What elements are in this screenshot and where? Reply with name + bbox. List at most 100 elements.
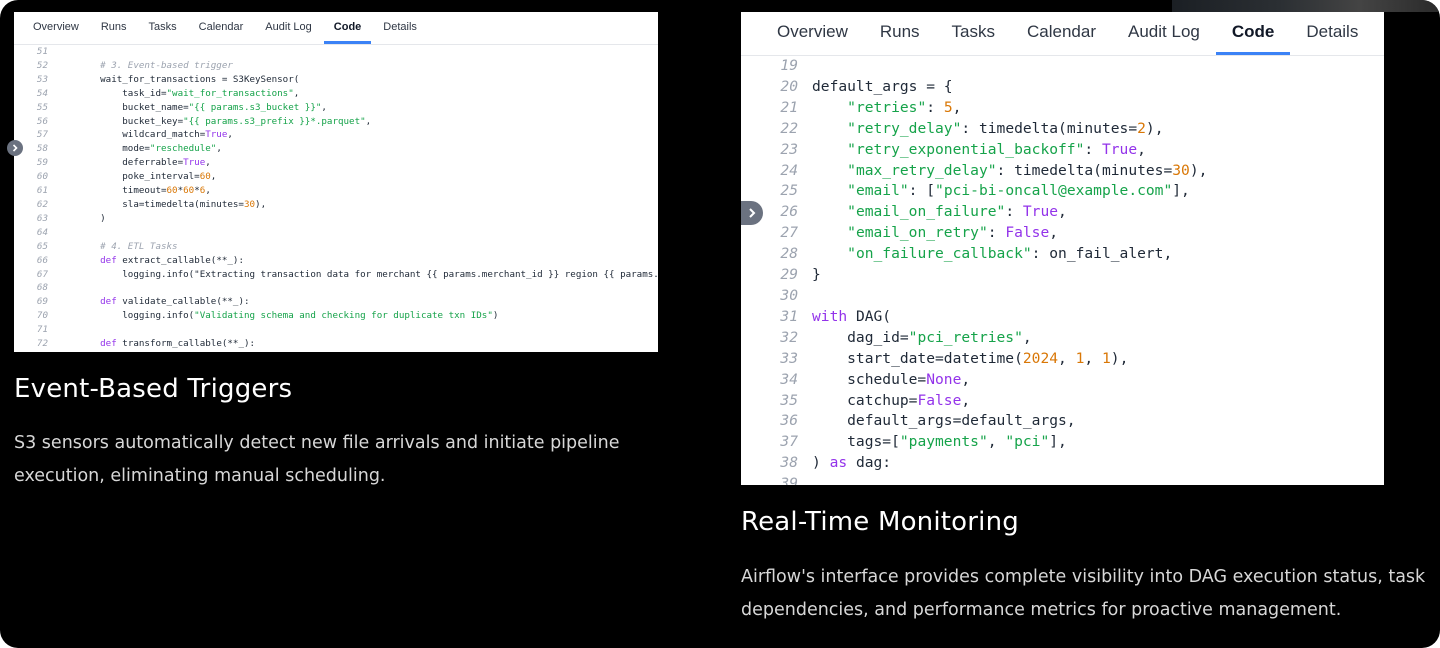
line-number: 72: [36, 338, 48, 350]
tab-details[interactable]: Details: [1290, 22, 1374, 55]
line-number: 62: [36, 198, 48, 210]
code-viewer: 51 52 # 3. Event-based trigger 53 wait_for…: [14, 45, 658, 351]
code-line: 37 tags=["payments", "pci"],: [741, 432, 1384, 453]
code-line: 36 default_args=default_args,: [741, 411, 1384, 432]
video-thumbnail: [1172, 0, 1440, 12]
code-text: "max_retry_delay": timedelta(minutes=30)…: [847, 161, 1208, 179]
tab-calendar[interactable]: Calendar: [189, 21, 254, 44]
line-number: 61: [36, 185, 48, 197]
tab-overview[interactable]: Overview: [23, 21, 89, 44]
code-line: 30: [741, 286, 1384, 307]
code-line: 63 ): [14, 212, 658, 226]
line-number: 31: [780, 307, 798, 325]
code-text: poke_interval=60,: [78, 171, 217, 183]
code-line: 35 catchup=False,: [741, 391, 1384, 412]
line-number: 69: [36, 296, 48, 308]
code-line: 54 task_id="wait_for_transactions",: [14, 87, 658, 101]
code-text: def extract_callable(**_):: [100, 254, 244, 266]
code-line: 59 deferrable=True,: [14, 156, 658, 170]
line-number: 19: [780, 57, 798, 74]
tab-code[interactable]: Code: [1215, 22, 1291, 55]
code-line: 51: [14, 45, 658, 59]
code-text: dag_id="pci_retries",: [812, 328, 1032, 346]
tab-audit-log[interactable]: Audit Log: [255, 21, 321, 44]
line-number: 52: [36, 59, 48, 71]
code-line: 34 schedule=None,: [741, 370, 1384, 391]
chevron-right-icon: [749, 208, 756, 218]
code-line: 55 bucket_name="{{ params.s3_bucket }}",: [14, 101, 658, 115]
code-line: 25 "email": ["pci-bi-oncall@example.com"…: [741, 181, 1384, 202]
line-number: 36: [780, 412, 798, 430]
code-line: 70 logging.info("Validating schema and c…: [14, 309, 658, 323]
code-line: 20 default_args = {: [741, 77, 1384, 98]
code-text: def validate_callable(**_):: [100, 296, 250, 308]
left-caption-title: Event-Based Triggers: [14, 374, 293, 404]
right-caption-title: Real-Time Monitoring: [741, 507, 1019, 537]
code-text: }: [812, 266, 821, 284]
line-number: 65: [36, 240, 48, 252]
code-text: default_args=default_args,: [812, 412, 1076, 430]
code-text: def transform_callable(**_):: [100, 338, 256, 350]
tab-bar: Overview Runs Tasks Calendar Audit Log C…: [741, 12, 1384, 56]
code-text: bucket_key="{{ params.s3_prefix }}*.parq…: [78, 115, 372, 127]
line-number: 70: [36, 310, 48, 322]
code-text: logging.info("Extracting transaction dat…: [78, 268, 658, 280]
right-screenshot-panel: Overview Runs Tasks Calendar Audit Log C…: [741, 12, 1384, 485]
tab-overview[interactable]: Overview: [761, 22, 864, 55]
code-line: 69 def validate_callable(**_):: [14, 295, 658, 309]
code-text: ) as dag:: [812, 454, 892, 472]
video-frame: Overview Runs Tasks Calendar Audit Log C…: [0, 0, 1440, 648]
line-number: 24: [780, 161, 798, 179]
code-text: wildcard_match=True,: [78, 129, 233, 141]
code-text: "retries": 5,: [847, 98, 962, 116]
line-number: 63: [36, 212, 48, 224]
code-text: mode="reschedule",: [78, 143, 222, 155]
code-line: 38) as dag:: [741, 453, 1384, 474]
line-number: 20: [780, 77, 798, 95]
code-line: 21 "retries": 5,: [741, 98, 1384, 119]
tab-calendar[interactable]: Calendar: [1011, 22, 1112, 55]
code-line: 19: [741, 56, 1384, 77]
code-line: 24 "max_retry_delay": timedelta(minutes=…: [741, 161, 1384, 182]
tab-audit-log[interactable]: Audit Log: [1112, 22, 1216, 55]
line-number: 56: [36, 115, 48, 127]
line-number: 68: [36, 282, 48, 294]
line-number: 27: [780, 224, 798, 242]
code-line: 67 logging.info("Extracting transaction …: [14, 268, 658, 282]
tab-details[interactable]: Details: [373, 21, 427, 44]
code-text: with DAG(: [812, 307, 892, 325]
tab-bar: Overview Runs Tasks Calendar Audit Log C…: [14, 12, 658, 45]
code-line: 31 with DAG(: [741, 307, 1384, 328]
line-number: 64: [36, 226, 48, 238]
line-number: 71: [36, 324, 48, 336]
code-text: "retry_exponential_backoff": True,: [847, 140, 1146, 158]
code-line: 53 wait_for_transactions = S3KeySensor(: [14, 73, 658, 87]
code-text: deferrable=True,: [78, 157, 211, 169]
code-line: 61 timeout=60*60*6,: [14, 184, 658, 198]
code-viewer: 19 20 default_args = {21 "retries": 5, 22 "…: [741, 56, 1384, 485]
line-number: 25: [780, 182, 798, 200]
tab-code[interactable]: Code: [323, 21, 372, 44]
line-number: 51: [36, 46, 48, 57]
code-line: 62 sla=timedelta(minutes=30),: [14, 198, 658, 212]
line-number: 29: [780, 266, 798, 284]
tab-runs[interactable]: Runs: [864, 22, 936, 55]
code-line: 32 dag_id="pci_retries",: [741, 328, 1384, 349]
expand-sidebar-button[interactable]: [7, 140, 23, 156]
code-line: 33 start_date=datetime(2024, 1, 1),: [741, 349, 1384, 370]
tab-runs[interactable]: Runs: [91, 21, 137, 44]
chevron-right-icon: [12, 144, 18, 152]
code-text: schedule=None,: [812, 370, 971, 388]
tab-tasks[interactable]: Tasks: [936, 22, 1011, 55]
line-number: 30: [780, 286, 798, 304]
line-number: 39: [780, 475, 798, 485]
line-number: 32: [780, 328, 798, 346]
code-line: 56 bucket_key="{{ params.s3_prefix }}*.p…: [14, 115, 658, 129]
left-caption-body: S3 sensors automatically detect new file…: [14, 433, 620, 486]
tab-tasks[interactable]: Tasks: [139, 21, 187, 44]
line-number: 66: [36, 254, 48, 266]
line-number: 54: [36, 87, 48, 99]
line-number: 53: [36, 73, 48, 85]
line-number: 33: [780, 349, 798, 367]
code-text: bucket_name="{{ params.s3_bucket }}",: [78, 101, 327, 113]
